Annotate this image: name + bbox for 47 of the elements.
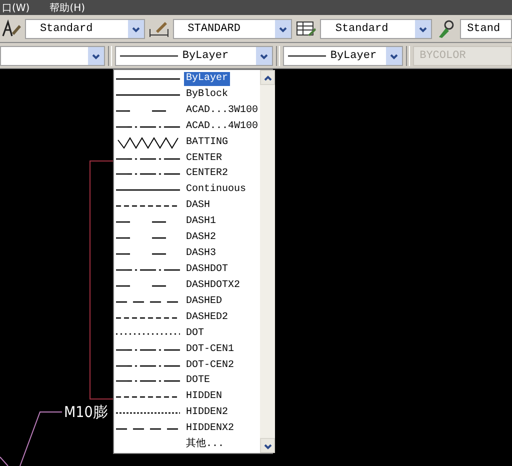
- linetype-option[interactable]: DASH: [114, 198, 260, 214]
- dropdown-button[interactable]: [88, 46, 104, 64]
- scroll-down-button[interactable]: [260, 438, 276, 453]
- style-dropdown[interactable]: Standard: [24, 18, 145, 38]
- linetype-sample: [116, 136, 180, 149]
- linetype-option[interactable]: 其他...: [114, 437, 260, 454]
- lineweight-dropdown[interactable]: ByLayer: [283, 46, 403, 66]
- linetype-option[interactable]: HIDDEN2: [114, 405, 260, 422]
- linetype-option[interactable]: CENTER2: [114, 166, 260, 182]
- linetype-option[interactable]: DASH3: [114, 246, 260, 262]
- scrollbar[interactable]: [260, 70, 276, 453]
- linetype-dropdown[interactable]: ByLayer: [115, 46, 274, 66]
- dropdown-button[interactable]: [128, 20, 144, 38]
- linetype-option[interactable]: HIDDEN: [114, 389, 260, 406]
- linetype-option[interactable]: DASHED: [114, 294, 260, 310]
- linetype-option[interactable]: ByLayer: [114, 71, 260, 87]
- dropdown-button[interactable]: [386, 46, 402, 64]
- linetype-option[interactable]: Continuous: [114, 182, 260, 198]
- linetype-option[interactable]: ByBlock: [114, 86, 260, 103]
- linetype-option[interactable]: DOT: [114, 326, 260, 342]
- linetype-option[interactable]: DASH1: [114, 214, 260, 230]
- linetype-option[interactable]: CENTER: [114, 150, 260, 167]
- menu-item[interactable]: 口(W): [2, 0, 30, 14]
- linetype-option[interactable]: ACAD...3W100: [114, 102, 260, 119]
- linetype-option[interactable]: DOT-CEN1: [114, 342, 260, 358]
- color-dropdown[interactable]: [0, 46, 106, 66]
- linetype-option[interactable]: ACAD...4W100: [114, 118, 260, 135]
- linetype-option[interactable]: DOT-CEN2: [114, 358, 260, 374]
- style-dropdown[interactable]: STANDARD: [172, 18, 292, 38]
- style-dropdown[interactable]: Stand: [460, 18, 512, 38]
- linetype-option[interactable]: DASHDOTX2: [114, 278, 260, 294]
- dropdown-button[interactable]: [415, 20, 432, 38]
- style-dropdown[interactable]: Standard: [320, 18, 432, 38]
- scroll-up-button[interactable]: [260, 70, 276, 85]
- linetype-option[interactable]: HIDDENX2: [114, 421, 260, 438]
- line-sample: [288, 54, 326, 58]
- linetype-option[interactable]: DASHDOT: [114, 262, 260, 278]
- linetype-option[interactable]: DOTE: [114, 374, 260, 390]
- drawing-label: M10膨: [64, 403, 108, 422]
- table-icon[interactable]: [295, 18, 318, 38]
- line-sample: [120, 54, 178, 58]
- menu-item[interactable]: 帮助(H): [50, 0, 86, 14]
- dropdown-button[interactable]: [275, 20, 292, 38]
- dropdown-button[interactable]: [256, 46, 272, 64]
- linetype-option[interactable]: BATTING: [114, 134, 260, 151]
- linetype-option[interactable]: DASHED2: [114, 310, 260, 326]
- linetype-option[interactable]: DASH2: [114, 230, 260, 246]
